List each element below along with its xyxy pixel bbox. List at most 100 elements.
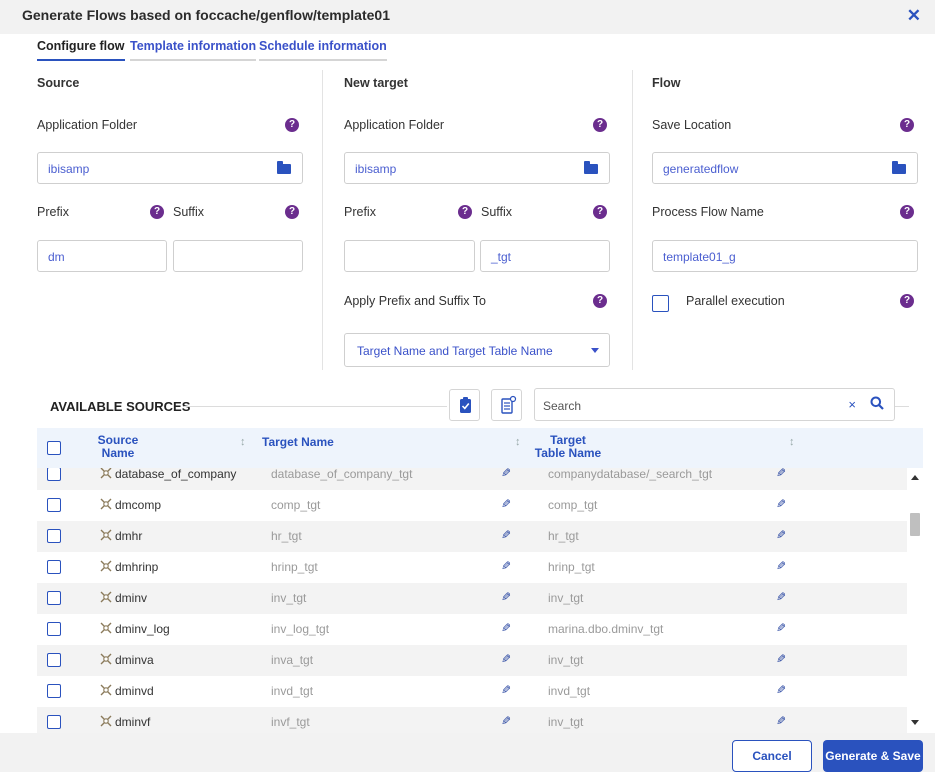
row-checkbox[interactable] xyxy=(47,622,61,636)
target-name: database_of_company_tgt xyxy=(271,468,413,481)
select-all-checkbox[interactable] xyxy=(47,441,61,455)
row-checkbox[interactable] xyxy=(47,468,61,481)
edit-target-table-icon[interactable]: ✎ xyxy=(776,497,786,511)
table-row[interactable]: dmcomp comp_tgt ✎ comp_tgt ✎ xyxy=(37,490,907,521)
source-name: database_of_company xyxy=(115,468,237,481)
source-prefix-field[interactable]: dm xyxy=(37,240,167,272)
edit-target-name-icon[interactable]: ✎ xyxy=(501,497,511,511)
table-row[interactable]: dminvf invf_tgt ✎ inv_tgt ✎ xyxy=(37,707,907,733)
table-row[interactable]: dmhrinp hrinp_tgt ✎ hrinp_tgt ✎ xyxy=(37,552,907,583)
edit-target-table-icon[interactable]: ✎ xyxy=(776,590,786,604)
table-row[interactable]: dmhr hr_tgt ✎ hr_tgt ✎ xyxy=(37,521,907,552)
row-checkbox[interactable] xyxy=(47,653,61,667)
tab-template-information[interactable]: Template information xyxy=(130,39,257,61)
search-input[interactable]: Search × xyxy=(534,388,895,421)
cancel-button[interactable]: Cancel xyxy=(732,740,812,772)
row-checkbox[interactable] xyxy=(47,591,61,605)
edit-target-name-icon[interactable]: ✎ xyxy=(501,621,511,635)
edit-target-table-icon[interactable]: ✎ xyxy=(776,714,786,728)
generate-save-button[interactable]: Generate & Save xyxy=(823,740,923,772)
table-row[interactable]: dminv inv_tgt ✎ inv_tgt ✎ xyxy=(37,583,907,614)
column-header-source-name[interactable]: Source Name xyxy=(94,434,142,460)
parallel-execution-label: Parallel execution xyxy=(686,294,785,308)
edit-target-name-icon[interactable]: ✎ xyxy=(501,559,511,573)
apply-prefix-suffix-select[interactable]: Target Name and Target Table Name xyxy=(344,333,610,367)
edit-target-name-icon[interactable]: ✎ xyxy=(501,590,511,604)
clipboard-check-icon xyxy=(460,397,471,413)
search-icon[interactable] xyxy=(870,396,884,410)
table-row[interactable]: database_of_company database_of_company_… xyxy=(37,468,907,490)
table-row[interactable]: dminv_log inv_log_tgt ✎ marina.dbo.dminv… xyxy=(37,614,907,645)
tab-schedule-information[interactable]: Schedule information xyxy=(259,39,387,61)
target-name: hrinp_tgt xyxy=(271,560,318,574)
sort-icon[interactable]: ↕ xyxy=(240,436,246,448)
process-flow-name-value: template01_g xyxy=(663,250,736,264)
edit-target-name-icon[interactable]: ✎ xyxy=(501,652,511,666)
row-checkbox[interactable] xyxy=(47,498,61,512)
scrollbar-thumb[interactable] xyxy=(910,513,920,536)
sort-icon[interactable]: ↕ xyxy=(515,436,521,448)
column-header-target-name[interactable]: Target Name xyxy=(262,436,334,449)
scroll-down-icon[interactable] xyxy=(911,720,919,725)
help-icon[interactable]: ? xyxy=(458,205,472,219)
close-icon[interactable]: ✕ xyxy=(907,6,921,26)
table-row[interactable]: dminva inva_tgt ✎ inv_tgt ✎ xyxy=(37,645,907,676)
column-header-target-table-name[interactable]: Target Table Name xyxy=(532,434,604,460)
target-table-name: comp_tgt xyxy=(548,498,598,512)
folder-icon[interactable] xyxy=(584,161,598,174)
synonym-icon xyxy=(100,591,112,603)
edit-target-table-icon[interactable]: ✎ xyxy=(776,468,786,480)
target-table-name: companydatabase/_search_tgt xyxy=(548,468,713,481)
help-icon[interactable]: ? xyxy=(900,118,914,132)
folder-icon[interactable] xyxy=(892,161,906,174)
source-app-folder-label: Application Folder xyxy=(37,118,138,132)
synonym-icon xyxy=(100,715,112,727)
edit-target-table-icon[interactable]: ✎ xyxy=(776,621,786,635)
scroll-up-icon[interactable] xyxy=(911,475,919,480)
table-row[interactable]: dminvd invd_tgt ✎ invd_tgt ✎ xyxy=(37,676,907,707)
folder-icon[interactable] xyxy=(277,161,291,174)
source-suffix-field[interactable] xyxy=(173,240,303,272)
edit-target-name-icon[interactable]: ✎ xyxy=(501,468,511,480)
clear-search-icon[interactable]: × xyxy=(848,397,856,412)
synonym-icon xyxy=(100,653,112,665)
help-icon[interactable]: ? xyxy=(900,205,914,219)
help-icon[interactable]: ? xyxy=(593,118,607,132)
edit-target-name-icon[interactable]: ✎ xyxy=(501,714,511,728)
edit-target-name-icon[interactable]: ✎ xyxy=(501,528,511,542)
parallel-execution-checkbox[interactable] xyxy=(652,295,669,312)
target-suffix-value: _tgt xyxy=(491,250,512,264)
target-suffix-field[interactable]: _tgt xyxy=(480,240,610,272)
help-icon[interactable]: ? xyxy=(593,294,607,308)
edit-target-table-icon[interactable]: ✎ xyxy=(776,652,786,666)
help-icon[interactable]: ? xyxy=(150,205,164,219)
source-name: dmhr xyxy=(115,529,143,543)
help-icon[interactable]: ? xyxy=(900,294,914,308)
edit-target-name-icon[interactable]: ✎ xyxy=(501,683,511,697)
save-location-field[interactable]: generatedflow xyxy=(652,152,918,184)
target-app-folder-value: ibisamp xyxy=(355,162,397,176)
target-app-folder-field[interactable]: ibisamp xyxy=(344,152,610,184)
section-divider xyxy=(184,406,447,407)
row-checkbox[interactable] xyxy=(47,715,61,729)
source-app-folder-field[interactable]: ibisamp xyxy=(37,152,303,184)
edit-target-table-icon[interactable]: ✎ xyxy=(776,683,786,697)
help-icon[interactable]: ? xyxy=(285,205,299,219)
sort-icon[interactable]: ↕ xyxy=(789,436,795,448)
row-checkbox[interactable] xyxy=(47,560,61,574)
available-sources-title: AVAILABLE SOURCES xyxy=(50,399,191,414)
row-checkbox[interactable] xyxy=(47,684,61,698)
help-icon[interactable]: ? xyxy=(285,118,299,132)
process-flow-name-field[interactable]: template01_g xyxy=(652,240,918,272)
row-checkbox[interactable] xyxy=(47,529,61,543)
table-scrollbar[interactable] xyxy=(907,468,923,733)
target-table-name: hrinp_tgt xyxy=(548,560,595,574)
tab-configure-flow[interactable]: Configure flow xyxy=(37,39,125,61)
target-prefix-field[interactable] xyxy=(344,240,475,272)
edit-target-table-icon[interactable]: ✎ xyxy=(776,559,786,573)
help-icon[interactable]: ? xyxy=(593,205,607,219)
target-table-name: hr_tgt xyxy=(548,529,579,543)
column-settings-button[interactable] xyxy=(491,389,522,421)
select-all-sources-button[interactable] xyxy=(449,389,480,421)
edit-target-table-icon[interactable]: ✎ xyxy=(776,528,786,542)
